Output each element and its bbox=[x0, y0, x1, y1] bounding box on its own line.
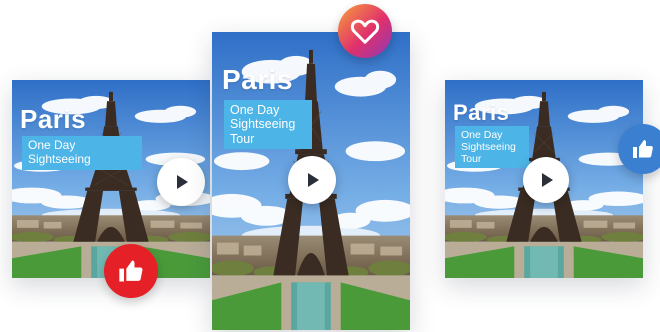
thumbs-up-icon bbox=[633, 140, 653, 158]
subtitle-line: One Day bbox=[28, 138, 76, 152]
heart-icon bbox=[350, 19, 380, 44]
subtitle-line: Tour bbox=[230, 131, 255, 146]
card-subtitle-box: One Day Sightseeing Tour bbox=[455, 126, 529, 169]
play-icon bbox=[308, 173, 319, 187]
card-subtitle-box: One Day Sightseeing Tour bbox=[224, 100, 312, 150]
thumbs-up-icon bbox=[119, 260, 143, 282]
subtitle-line: Tour bbox=[461, 153, 482, 166]
subtitle-line: Sightseeing bbox=[461, 141, 516, 154]
video-card-center[interactable]: Paris One Day Sightseeing Tour bbox=[212, 32, 410, 330]
subtitle-line: Sightseeing bbox=[28, 151, 91, 166]
subtitle-line: Sightseeing bbox=[230, 117, 296, 132]
play-icon bbox=[542, 173, 553, 187]
play-button[interactable] bbox=[523, 157, 569, 203]
card-title: Paris bbox=[20, 104, 87, 134]
heart-badge[interactable] bbox=[338, 4, 392, 58]
like-badge-red[interactable] bbox=[104, 244, 158, 298]
card-title: Paris bbox=[453, 100, 510, 125]
like-badge-blue[interactable] bbox=[618, 124, 660, 174]
card-title: Paris bbox=[222, 64, 293, 95]
subtitle-line: One Day bbox=[461, 129, 503, 141]
play-button[interactable] bbox=[157, 158, 205, 206]
video-card-left[interactable]: Paris One Day Sightseeing bbox=[12, 80, 210, 278]
play-icon bbox=[177, 175, 188, 189]
video-card-right[interactable]: Paris One Day Sightseeing Tour bbox=[445, 80, 643, 278]
subtitle-line: One Day bbox=[230, 103, 280, 117]
card-subtitle-box: One Day Sightseeing bbox=[22, 136, 142, 170]
play-button[interactable] bbox=[288, 156, 336, 204]
